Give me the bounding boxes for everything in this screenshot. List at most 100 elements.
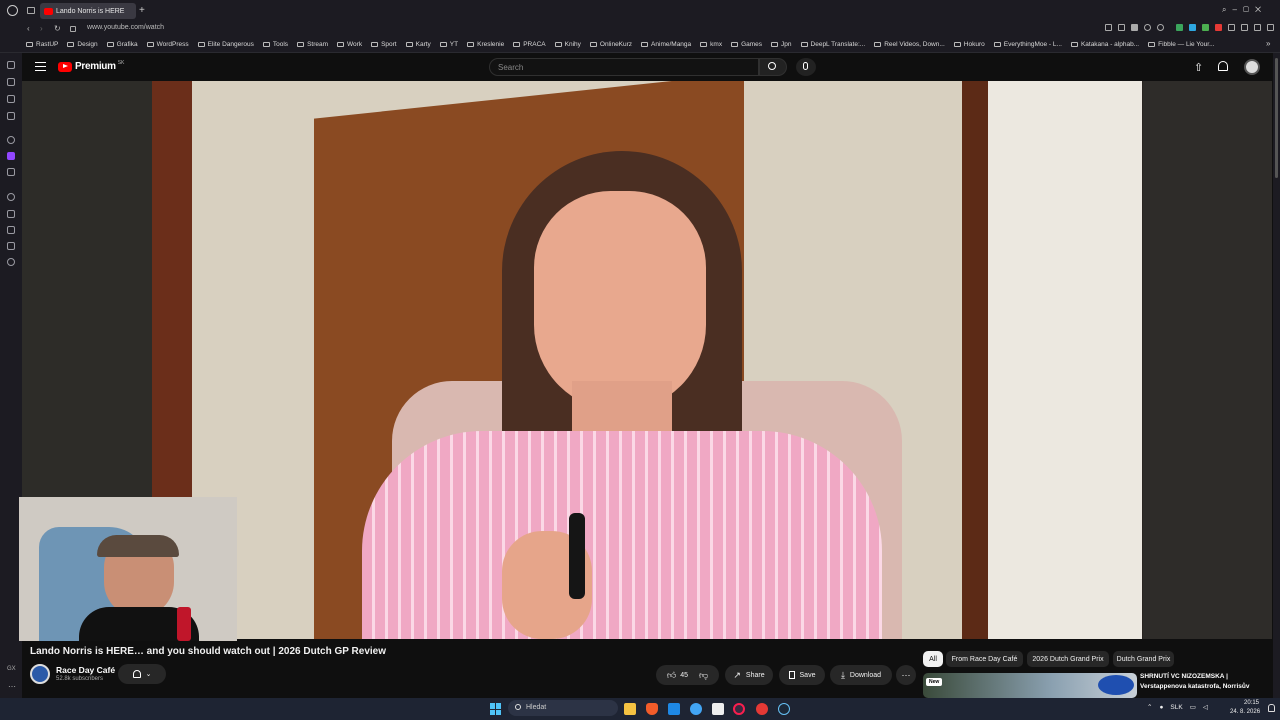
share-button[interactable]: ↗ Share bbox=[725, 665, 773, 685]
recommended-thumbnail[interactable]: New bbox=[923, 673, 1137, 698]
scrollbar-thumb[interactable] bbox=[1275, 58, 1278, 178]
bookmark-item[interactable]: Reel Videos, Down... bbox=[874, 41, 945, 48]
windows-start-icon[interactable] bbox=[490, 703, 502, 715]
reload-icon[interactable]: ↻ bbox=[54, 24, 61, 33]
bookmark-item[interactable]: EverythingMoe - L... bbox=[993, 41, 1062, 48]
bookmark-item[interactable]: Anime/Manga bbox=[641, 41, 691, 48]
steam-icon[interactable] bbox=[778, 703, 790, 715]
home-icon[interactable] bbox=[7, 61, 15, 69]
minimize-icon[interactable]: – bbox=[1232, 5, 1242, 14]
extension-icon[interactable] bbox=[1144, 24, 1151, 31]
gx-label-icon[interactable]: GX bbox=[7, 666, 16, 672]
like-button[interactable]: 👍︎ 45 bbox=[667, 670, 688, 681]
taskbar-search-field[interactable]: Hledat bbox=[508, 700, 618, 716]
bookmark-item[interactable]: PRACA bbox=[513, 41, 546, 48]
recommended-title-line-1[interactable]: SHRNUTÍ VC NIZOZEMSKA | bbox=[1140, 673, 1228, 680]
voice-search-button[interactable] bbox=[796, 58, 816, 76]
youtube-logo[interactable]: Premium SK bbox=[58, 60, 124, 72]
bookmark-item[interactable]: DeepL Translate:... bbox=[800, 41, 865, 48]
filter-chip[interactable]: From Race Day Café bbox=[946, 651, 1023, 667]
settings-icon[interactable] bbox=[7, 258, 15, 266]
filter-chip[interactable]: 2026 Dutch Grand Prix bbox=[1027, 651, 1109, 667]
notifications-bell-icon[interactable] bbox=[1218, 61, 1228, 71]
extension-icon[interactable] bbox=[1118, 24, 1125, 31]
bookmark-item[interactable]: Karty bbox=[405, 41, 431, 48]
bookmark-item[interactable]: YT bbox=[439, 41, 458, 48]
filter-chip[interactable]: Dutch Grand Prix bbox=[1113, 651, 1174, 667]
app-icon[interactable] bbox=[712, 703, 724, 715]
forward-icon[interactable]: › bbox=[40, 24, 43, 33]
language-indicator[interactable]: SLK bbox=[1170, 704, 1182, 711]
recommended-title-line-2[interactable]: Verstappenova katastrofa, Norrisův bbox=[1140, 683, 1249, 690]
bookmark-item[interactable]: Katakana - alphab... bbox=[1070, 41, 1139, 48]
account-avatar[interactable] bbox=[1244, 59, 1260, 75]
more-actions-button[interactable]: ⋯ bbox=[896, 665, 916, 685]
extension-icon[interactable] bbox=[1189, 24, 1196, 31]
sidebar-app-icon[interactable] bbox=[7, 95, 15, 103]
bookmark-item[interactable]: OnlineKurz bbox=[589, 41, 632, 48]
tab-menu-icon[interactable] bbox=[27, 7, 35, 14]
clock-date[interactable]: 24. 8. 2026 bbox=[1230, 709, 1260, 715]
bookmark-item[interactable]: Work bbox=[337, 41, 362, 48]
bookmark-item[interactable]: Tools bbox=[262, 41, 288, 48]
clock-time[interactable]: 20:15 bbox=[1244, 700, 1259, 706]
new-tab-plus-icon[interactable]: + bbox=[139, 5, 145, 16]
bookmark-item[interactable]: Stream bbox=[297, 41, 328, 48]
bookmark-item[interactable]: Design bbox=[67, 41, 98, 48]
bookmark-item[interactable]: Hokuro bbox=[953, 41, 985, 48]
maximize-icon[interactable]: ▢ bbox=[1243, 5, 1255, 14]
more-icon[interactable]: ⋯ bbox=[8, 682, 16, 691]
bookmark-item[interactable]: RastUP bbox=[26, 41, 58, 48]
menu-icon[interactable] bbox=[35, 62, 46, 71]
extension-icon[interactable] bbox=[1215, 24, 1222, 31]
sidebar-app-icon[interactable] bbox=[7, 226, 15, 234]
extension-icon[interactable] bbox=[1202, 24, 1209, 31]
filter-chip[interactable]: All bbox=[923, 651, 943, 667]
page-scrollbar[interactable] bbox=[1273, 53, 1280, 698]
opera-gx-icon[interactable] bbox=[733, 703, 745, 715]
network-icon[interactable]: ▭ bbox=[1190, 703, 1196, 711]
sidebar-app-icon[interactable] bbox=[7, 242, 15, 250]
extension-icon[interactable] bbox=[1176, 24, 1183, 31]
back-icon[interactable]: ‹ bbox=[27, 24, 30, 33]
history-icon[interactable] bbox=[7, 193, 15, 201]
app-icon[interactable] bbox=[690, 703, 702, 715]
sidebar-app-icon[interactable] bbox=[7, 168, 15, 176]
sidebar-app-icon[interactable] bbox=[7, 112, 15, 120]
extension-icon[interactable] bbox=[1228, 24, 1235, 31]
player-icon[interactable] bbox=[7, 210, 15, 218]
bookmark-item[interactable]: Elite Dangerous bbox=[197, 41, 254, 48]
file-explorer-icon[interactable] bbox=[624, 703, 636, 715]
search-button[interactable] bbox=[759, 58, 787, 76]
twitch-icon[interactable] bbox=[7, 152, 15, 160]
bookmark-item[interactable]: Sport bbox=[371, 41, 397, 48]
heart-icon[interactable] bbox=[1157, 24, 1164, 31]
browser-tab[interactable]: Lando Norris is HERE bbox=[40, 3, 136, 19]
close-icon[interactable]: ✕ bbox=[1255, 5, 1267, 14]
bookmark-item[interactable]: WordPress bbox=[146, 41, 189, 48]
subscribe-button[interactable]: ⌄ bbox=[118, 664, 166, 684]
sidebar-app-icon[interactable] bbox=[7, 78, 15, 86]
bookmark-item[interactable]: Kreslenie bbox=[467, 41, 504, 48]
search-input[interactable]: Search bbox=[489, 58, 759, 76]
app-icon[interactable] bbox=[756, 703, 768, 715]
dislike-button[interactable]: 👎︎ bbox=[699, 670, 708, 681]
bookmark-item[interactable]: Games bbox=[731, 41, 762, 48]
notification-bell-icon[interactable] bbox=[1268, 704, 1275, 712]
brave-browser-icon[interactable] bbox=[646, 703, 658, 715]
chevron-up-icon[interactable]: ⌃ bbox=[1147, 703, 1152, 711]
bookmark-item[interactable]: Knihy bbox=[554, 41, 581, 48]
url-field[interactable]: www.youtube.com/watch bbox=[87, 24, 164, 31]
app-icon[interactable] bbox=[668, 703, 680, 715]
sidebar-app-icon[interactable] bbox=[7, 136, 15, 144]
extension-icon[interactable] bbox=[1105, 24, 1112, 31]
extension-icon[interactable] bbox=[1267, 24, 1274, 31]
bookmark-item[interactable]: kmx bbox=[700, 41, 722, 48]
download-button[interactable]: ⤓ Download bbox=[830, 665, 892, 685]
volume-icon[interactable]: ◁ bbox=[1203, 703, 1208, 711]
bookmark-item[interactable]: Grafika bbox=[106, 41, 138, 48]
opera-logo-icon[interactable] bbox=[7, 5, 18, 16]
extension-icon[interactable] bbox=[1254, 24, 1261, 31]
channel-avatar[interactable] bbox=[30, 664, 50, 684]
channel-name[interactable]: Race Day Café bbox=[56, 665, 115, 675]
